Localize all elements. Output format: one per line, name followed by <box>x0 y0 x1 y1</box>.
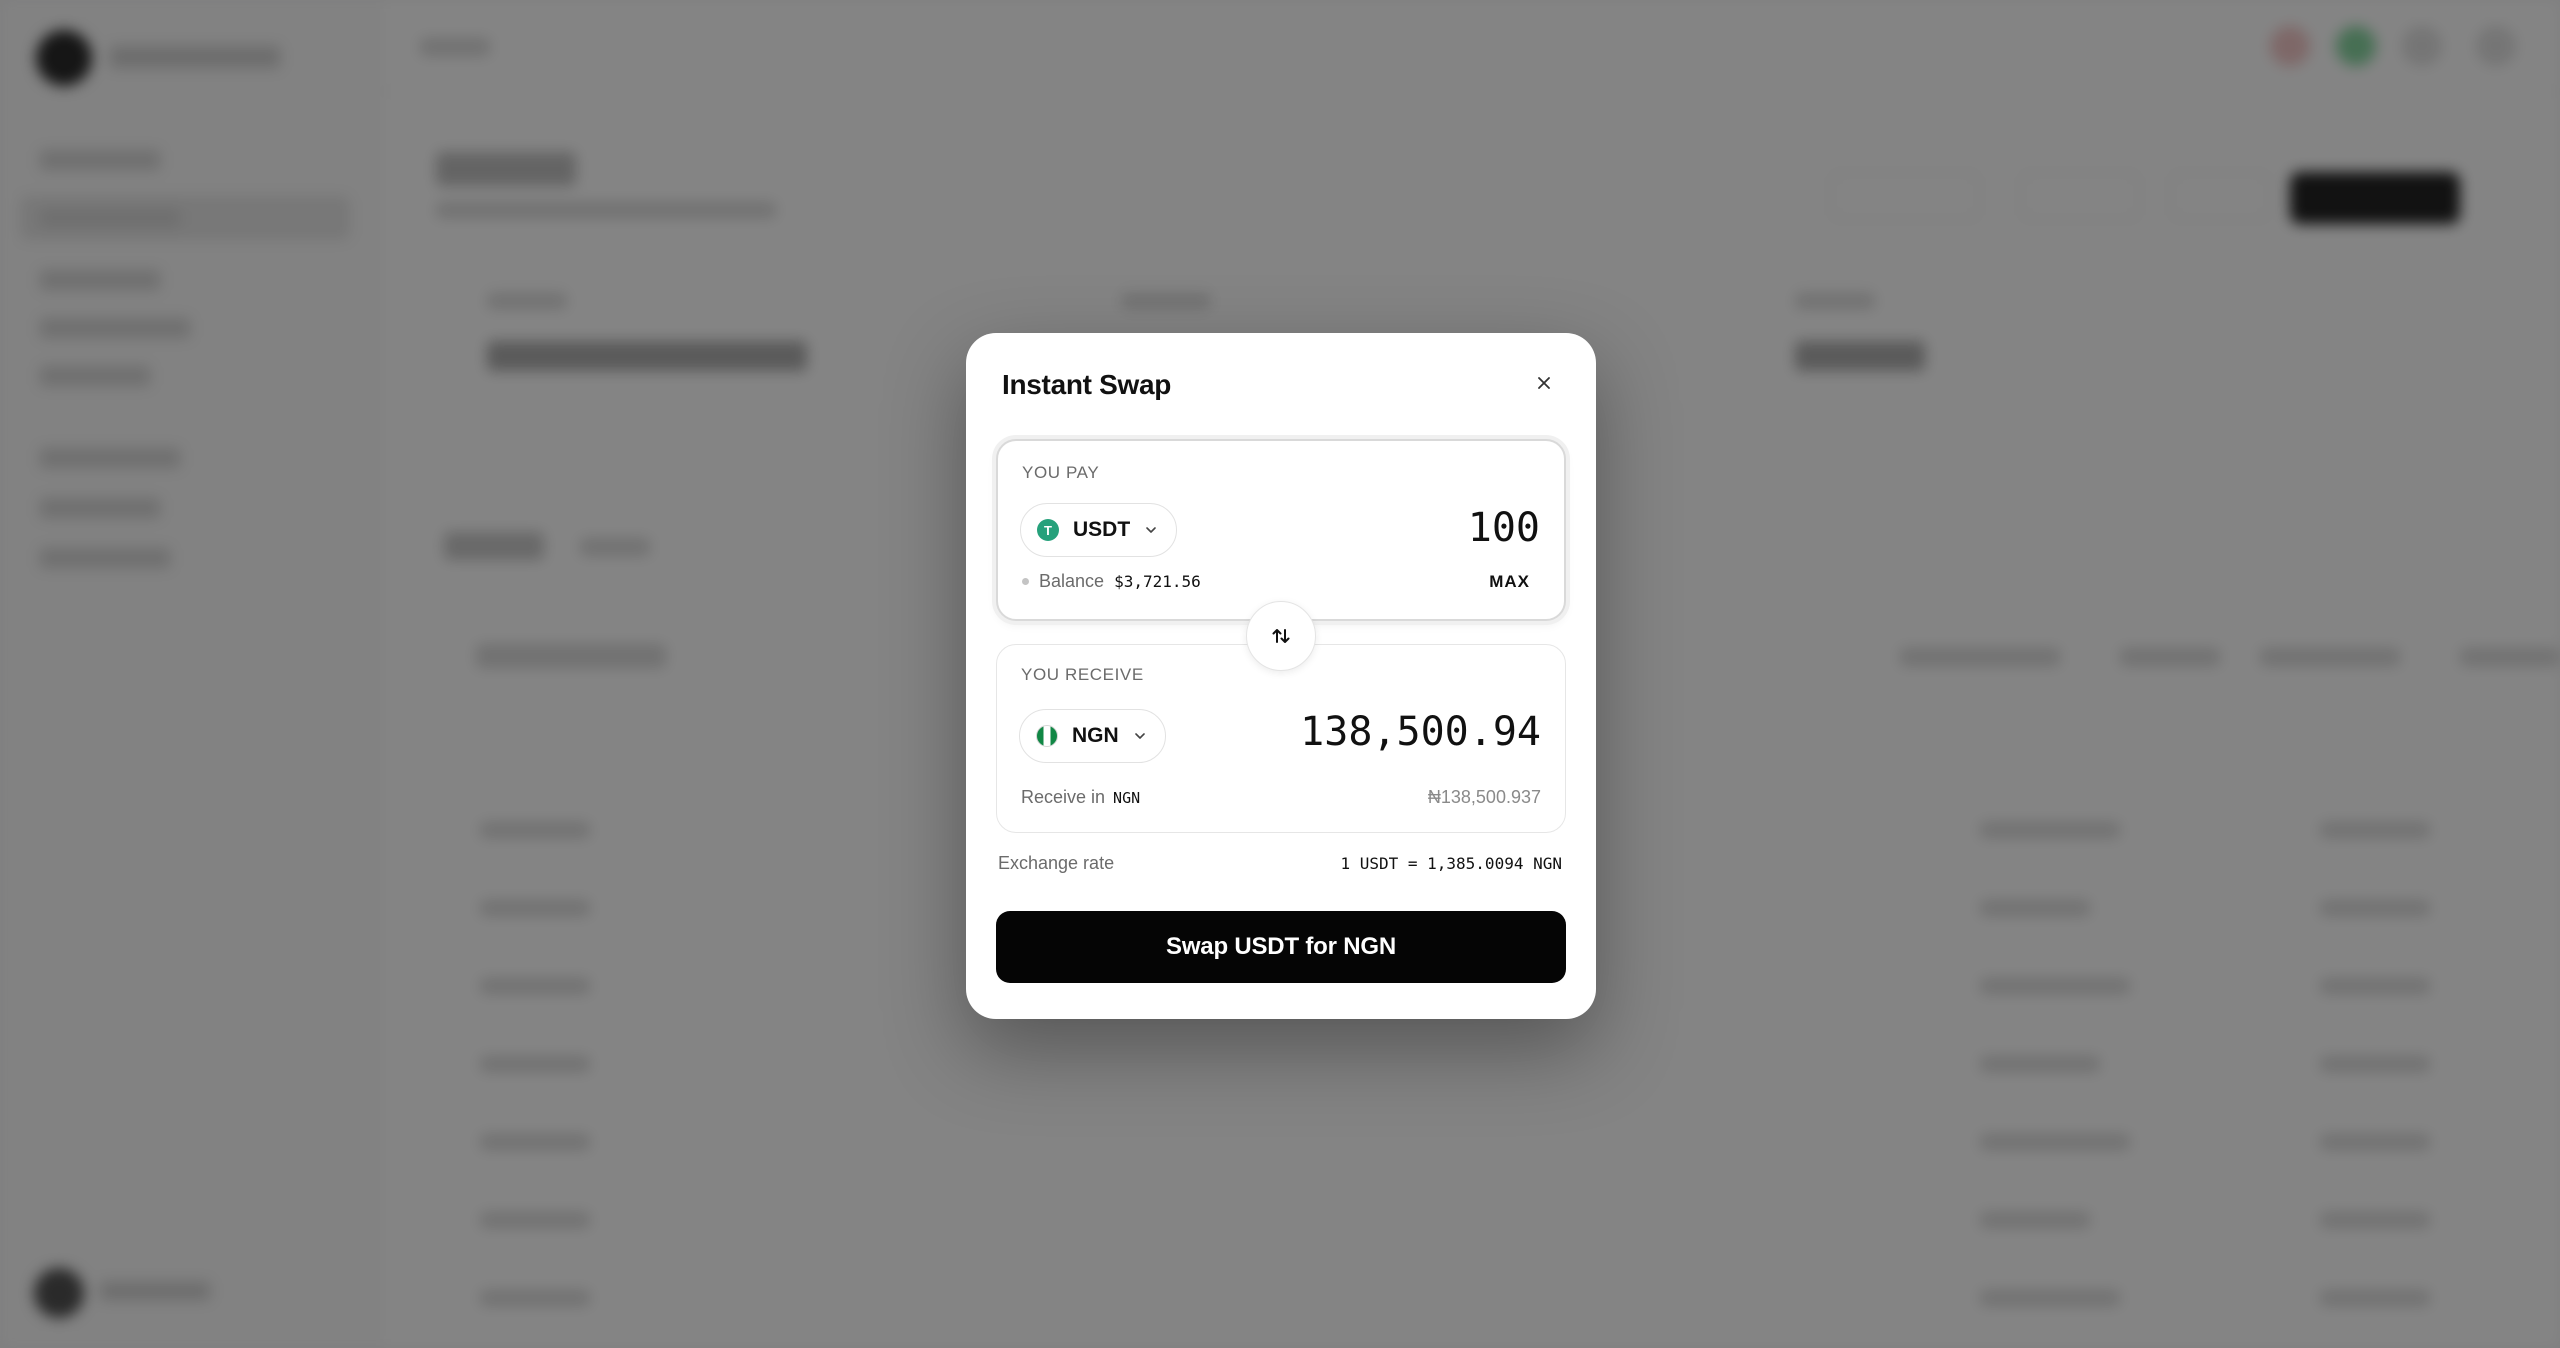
receive-fiat-value: ₦138,500.937 <box>1427 787 1541 807</box>
receive-in-label: Receive in <box>1021 787 1106 807</box>
exchange-rate-value: 1 USDT = 1,385.0094 NGN <box>1340 854 1562 873</box>
balance-label: Balance <box>1039 571 1105 591</box>
swap-arrows-icon <box>1272 629 1290 643</box>
close-button[interactable] <box>1526 365 1562 401</box>
chevron-down-icon <box>1146 527 1156 533</box>
instant-swap-modal: Instant Swap YOU PAY T USDT 100 Balance … <box>966 333 1596 1019</box>
receive-token-name: NGN <box>1072 724 1119 747</box>
swap-button[interactable]: Swap USDT for NGN <box>996 911 1566 983</box>
balance-row: Balance $3,721.56 <box>1022 571 1201 592</box>
chevron-down-icon <box>1134 733 1145 739</box>
receive-panel: YOU RECEIVE NGN 138,500.94 Receive in NG… <box>996 644 1566 833</box>
modal-title: Instant Swap <box>1002 369 1172 400</box>
tether-icon: T <box>1037 519 1059 541</box>
max-button[interactable]: MAX <box>1489 572 1530 592</box>
balance-dot-icon <box>1022 578 1029 585</box>
pay-token-name: USDT <box>1073 518 1131 541</box>
pay-token-select[interactable]: T USDT <box>1020 503 1178 557</box>
nigeria-flag-icon <box>1036 725 1058 747</box>
close-icon <box>1538 377 1550 389</box>
pay-amount-input[interactable]: 100 <box>1468 505 1540 551</box>
receive-in-row: Receive in NGN <box>1021 787 1140 808</box>
swap-direction-button[interactable] <box>1246 601 1316 671</box>
receive-in-code: NGN <box>1113 789 1141 807</box>
exchange-rate-label: Exchange rate <box>998 853 1115 873</box>
receive-amount: 138,500.94 <box>1300 709 1541 755</box>
receive-token-select[interactable]: NGN <box>1019 709 1166 763</box>
pay-label: YOU PAY <box>1022 463 1100 482</box>
pay-panel: YOU PAY T USDT 100 Balance $3,721.56 MAX <box>996 439 1566 621</box>
receive-label: YOU RECEIVE <box>1021 665 1144 684</box>
balance-value: $3,721.56 <box>1114 572 1201 591</box>
